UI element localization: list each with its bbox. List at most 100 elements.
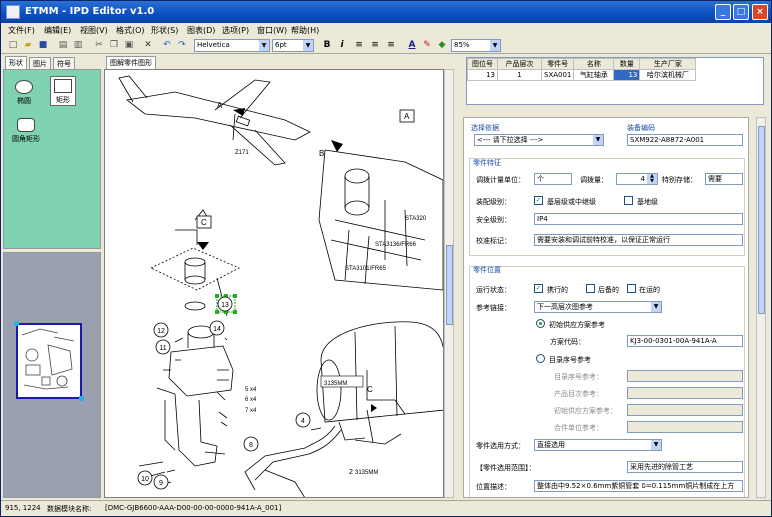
drawing-area: 图解零件图形 A A B C C Z171 STA320 STA3136/FR6…	[104, 55, 454, 498]
chevron-down-icon: ▼	[593, 135, 603, 145]
menu-window[interactable]: 窗口(W)	[257, 25, 287, 36]
delete-icon[interactable]: ✕	[142, 39, 154, 51]
menu-format[interactable]: 格式(O)	[116, 25, 145, 36]
open-folder-icon[interactable]: ▰	[22, 39, 34, 51]
spinner-arrows-icon[interactable]: ▲ ▼	[647, 174, 657, 184]
menu-chart[interactable]: 图表(D)	[187, 25, 215, 36]
catalog-seq-ref-field[interactable]	[627, 370, 743, 382]
minimize-button[interactable]: _	[715, 4, 731, 20]
select-basis-dropdown[interactable]: <--- 请下拉选择 ---> ▼	[474, 134, 604, 146]
align-center-icon[interactable]: ≡	[369, 39, 381, 51]
shape-ellipse[interactable]: 椭圆	[10, 80, 38, 106]
menu-view[interactable]: 视图(V)	[80, 25, 108, 36]
illustration-canvas[interactable]: A A B C C Z171 STA320 STA3136/FR66 STA31…	[104, 69, 444, 498]
col-quantity[interactable]: 数量	[613, 58, 641, 70]
part-position-title: 零件位置	[473, 266, 501, 274]
maximize-button[interactable]: □	[733, 4, 749, 20]
label-a: A	[217, 101, 223, 110]
tab-symbols[interactable]: 符号	[53, 57, 75, 69]
fill-color-icon[interactable]: ◆	[436, 39, 448, 51]
shape-rounded-rectangle[interactable]: 圆角矩形	[8, 118, 44, 144]
font-combo[interactable]: Helvetica ▼	[194, 39, 270, 52]
italic-button[interactable]: i	[336, 39, 348, 51]
overview-handle[interactable]	[14, 321, 19, 326]
window-title: ETMM - IPD Editor v1.0	[25, 6, 155, 17]
undo-icon[interactable]: ↶	[161, 39, 173, 51]
selection-method-dropdown[interactable]: 直接选用 ▼	[534, 439, 662, 451]
copy-icon[interactable]: ❐	[108, 39, 120, 51]
quantity-stepper[interactable]: 4 ▲ ▼	[616, 173, 658, 185]
reference-link-label: 参考链接：	[476, 304, 511, 312]
position-desc-field[interactable]: 整体由中9.52×0.6mm紫铜管套 δ=0.115mm铜片制成在上方	[534, 480, 743, 492]
product-index-ref-field[interactable]	[627, 387, 743, 399]
storage-field[interactable]: 需要	[705, 173, 743, 185]
safety-field[interactable]: IP4	[534, 213, 743, 225]
tab-shapes[interactable]: 形状	[5, 56, 27, 69]
scroll-thumb[interactable]	[758, 126, 765, 314]
assembly-checkbox-base[interactable]: ✓	[534, 196, 543, 205]
col-part-no[interactable]: 零件号	[540, 58, 575, 70]
align-right-icon[interactable]: ≡	[385, 39, 397, 51]
form-scrollbar[interactable]	[756, 117, 766, 498]
line-color-icon[interactable]: ✎	[421, 39, 433, 51]
font-value: Helvetica	[197, 41, 230, 49]
tab-images[interactable]: 图片	[29, 57, 51, 69]
canvas-scrollbar[interactable]	[444, 69, 454, 498]
run-state-label: 运行状态：	[476, 286, 511, 294]
unit-field[interactable]: 个	[534, 173, 572, 185]
reference-link-dropdown[interactable]: 下一高层次图参考 ▼	[534, 301, 662, 313]
valve-ports	[163, 369, 229, 381]
col-figure-no[interactable]: 图位号	[467, 58, 498, 70]
redo-icon[interactable]: ↷	[176, 39, 188, 51]
save-icon[interactable]: ■	[37, 39, 49, 51]
chevron-down-icon: ▼	[303, 40, 313, 51]
selection-range-field[interactable]: 采用先进的除管工艺	[627, 461, 743, 473]
overview-handle[interactable]	[79, 396, 84, 401]
align-left-icon[interactable]: ≡	[353, 39, 365, 51]
zoom-combo[interactable]: 85% ▼	[451, 39, 501, 52]
overview-thumbnail[interactable]	[14, 321, 84, 401]
font-size-combo[interactable]: 6pt ▼	[272, 39, 314, 52]
detail-b-frame-lower	[344, 229, 370, 285]
initial-supply-radio[interactable]	[536, 319, 545, 328]
callout-8: 8	[249, 442, 253, 449]
run-carried-checkbox[interactable]: ✓	[534, 284, 543, 293]
print-preview-icon[interactable]: ▥	[72, 39, 84, 51]
shape-rectangle-label: 矩形	[56, 96, 70, 104]
calibration-field[interactable]: 需要安装和调试前特校准，以保证正常运行	[534, 234, 743, 246]
scheme-code-field[interactable]: KJ3-00-0301-00A-941A-A	[627, 335, 743, 347]
col-name[interactable]: 名称	[573, 58, 615, 70]
col-product-level[interactable]: 产品层次	[497, 58, 542, 70]
menu-options[interactable]: 选项(P)	[222, 25, 249, 36]
print-icon[interactable]: ▤	[57, 39, 69, 51]
calibration-label: 校准标记：	[476, 237, 511, 245]
menu-file[interactable]: 文件(F)	[8, 25, 35, 36]
font-color-icon[interactable]: A	[406, 39, 418, 51]
aircraft-tail	[118, 75, 148, 103]
catalog-seq-radio[interactable]	[536, 354, 545, 363]
label-sta3136: STA3136/FR66	[375, 242, 417, 248]
col-manufacturer[interactable]: 生产厂家	[639, 58, 697, 70]
cut-icon[interactable]: ✂	[93, 39, 105, 51]
callout-12: 12	[157, 328, 165, 335]
tab-illustrated-parts[interactable]: 图解零件图形	[106, 56, 156, 69]
equipment-code-field[interactable]: SXM922-A8872-A001	[627, 134, 743, 146]
assembly-checkbox-depot[interactable]	[624, 196, 633, 205]
arrow-icon	[371, 404, 377, 412]
new-file-icon[interactable]: □	[7, 39, 19, 51]
menu-help[interactable]: 帮助(H)	[291, 25, 319, 36]
label-sta3101: STA3101/FR65	[345, 266, 387, 272]
assembly-unit-ref-field[interactable]	[627, 421, 743, 433]
run-backup-checkbox[interactable]	[586, 284, 595, 293]
initial-supply-ref-field[interactable]	[627, 404, 743, 416]
paste-icon[interactable]: ▣	[123, 39, 135, 51]
shape-rectangle[interactable]: 矩形	[50, 76, 76, 106]
chevron-down-icon: ▼	[651, 440, 661, 450]
menu-edit[interactable]: 编辑(E)	[44, 25, 71, 36]
scroll-thumb[interactable]	[446, 245, 453, 325]
run-operating-checkbox[interactable]	[627, 284, 636, 293]
close-button[interactable]: ×	[752, 4, 768, 20]
table-row[interactable]: 13 1 SXA001 气缸轴承 13 哈尔滨机械厂	[467, 69, 697, 81]
menu-shape[interactable]: 形状(S)	[151, 25, 178, 36]
bold-button[interactable]: B	[321, 39, 333, 51]
